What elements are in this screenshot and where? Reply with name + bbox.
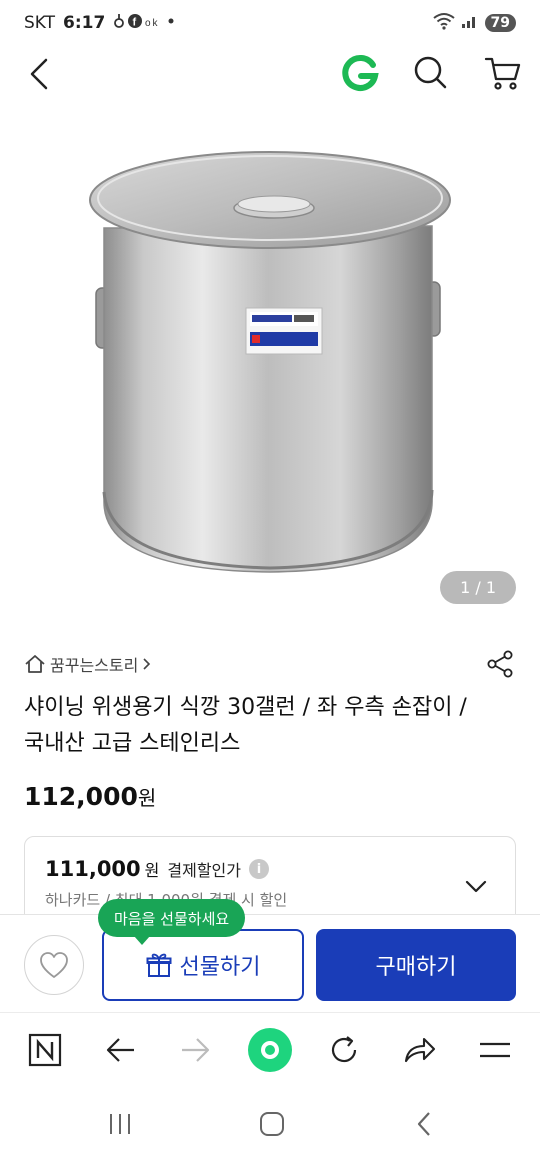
g-logo-icon [342,55,379,91]
status-bar: SKT 6:17 f ok 79 [0,0,540,46]
battery-indicator: 79 [484,14,516,32]
refresh-icon [331,1036,357,1063]
chevron-down-icon [465,880,487,893]
recent-apps-button[interactable] [100,1104,140,1144]
store-row: 꿈꾸는스토리 [24,650,516,678]
price-value: 112,000 [24,782,138,811]
arrow-right-icon [182,1038,210,1062]
svg-text:ok: ok [145,18,160,29]
discount-price-unit: 원 [144,861,160,880]
system-back-button[interactable] [404,1104,444,1144]
arrow-left-icon [106,1038,134,1062]
expand-button[interactable] [461,871,491,901]
image-counter: 1 / 1 [440,571,516,604]
share-page-button[interactable] [396,1027,442,1073]
refresh-button[interactable] [321,1027,367,1073]
share-icon [487,650,513,678]
store-name: 꿈꾸는스토리 [50,656,139,675]
buy-button[interactable]: 구매하기 [316,929,516,1001]
naver-home-button[interactable] [22,1027,68,1073]
discount-price-row: 111,000 원 결제할인가 i [45,857,495,881]
chevron-right-icon [143,658,151,670]
home-square-icon [260,1112,284,1136]
chevron-left-icon [30,58,48,90]
wifi-icon [432,12,455,35]
wishlist-button[interactable] [24,935,84,995]
store-link[interactable]: 꿈꾸는스토리 [24,652,152,676]
browser-toolbar [0,1012,540,1086]
gift-icon [146,953,172,977]
green-dot-button[interactable] [246,1026,294,1074]
notification-icons: f ok [113,12,175,34]
carrier-label: SKT [24,13,56,33]
browser-back-button[interactable] [98,1027,144,1073]
naver-n-icon [28,1033,62,1067]
cart-icon [484,57,521,90]
price-unit: 원 [137,786,157,810]
product-price: 112,000원 [24,782,156,811]
home-nav-button[interactable] [252,1104,292,1144]
menu-button[interactable] [472,1027,518,1073]
gift-button-label: 선물하기 [179,955,261,980]
notification-icons-glyphs: f ok [114,14,174,29]
discount-price-value: 111,000 [45,857,141,881]
product-image[interactable]: 1 / 1 [0,102,540,628]
discount-label: 결제할인가 [167,861,241,880]
gmarket-logo-button[interactable] [340,54,380,94]
home-icon [25,655,45,673]
green-dot-icon [248,1028,292,1072]
search-button[interactable] [412,54,452,94]
top-navigation [0,46,540,102]
cart-button[interactable] [484,54,524,94]
stainless-pot-image [89,151,451,573]
recent-apps-icon [110,1114,130,1134]
buy-button-label: 구매하기 [375,955,457,980]
signal-icon [461,13,479,34]
info-icon[interactable]: i [249,859,269,879]
product-title: 샤이닝 위생용기 식깡 30갤런 / 좌 우측 손잡이 / 국내산 고급 스테인… [24,695,467,756]
system-navigation [0,1086,540,1158]
forward-arrow-icon [404,1037,436,1063]
clock: 6:17 [63,13,106,33]
hamburger-icon [480,1042,510,1058]
svg-text:f: f [133,17,139,29]
browser-forward-button[interactable] [172,1027,218,1073]
share-button[interactable] [484,648,516,680]
gift-tooltip: 마음을 선물하세요 [98,899,246,945]
gift-button[interactable]: 선물하기 [102,929,304,1001]
back-button[interactable] [20,54,60,94]
heart-icon [40,952,68,978]
system-back-icon [417,1112,430,1136]
purchase-bar: 선물하기 구매하기 [0,914,540,1012]
search-icon [414,56,447,89]
